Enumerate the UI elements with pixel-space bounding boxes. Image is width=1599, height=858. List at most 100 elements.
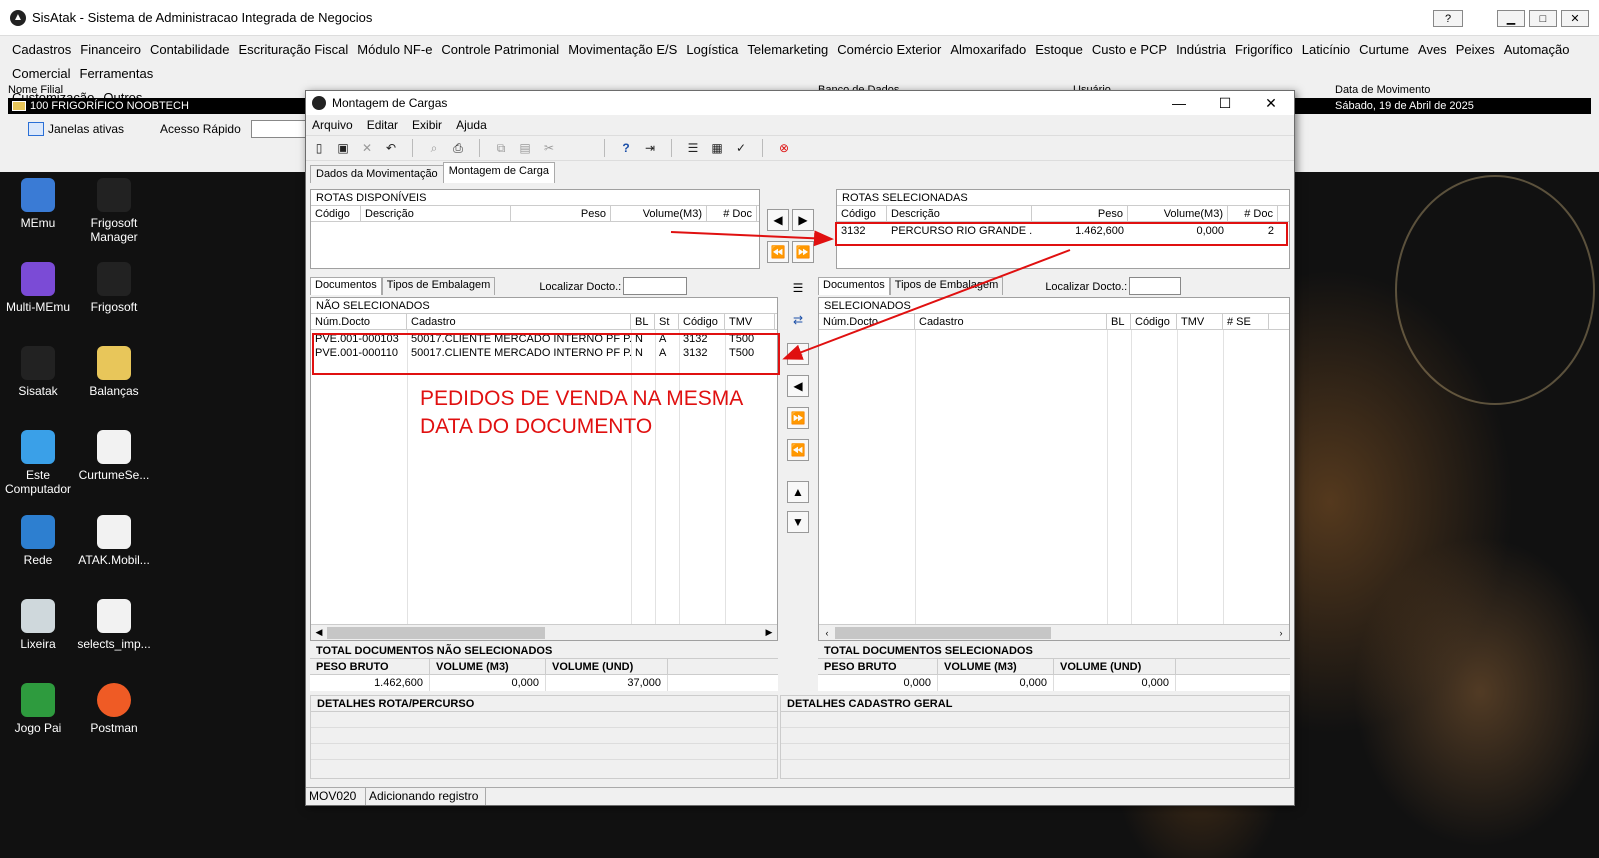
help-icon[interactable]: ? (617, 139, 635, 157)
desktop-icon-game[interactable]: Jogo Pai (0, 683, 76, 735)
menu-telemarketing[interactable]: Telemarketing (747, 42, 828, 57)
tab-documentos-right[interactable]: Documentos (818, 277, 890, 295)
horizontal-scrollbar-right[interactable]: ‹ › (819, 624, 1289, 640)
desktop-icon-network[interactable]: Rede (0, 515, 76, 567)
desktop-icon-frigosoft[interactable]: Frigosoft (76, 262, 152, 314)
col-peso[interactable]: Peso (511, 206, 611, 221)
col-st[interactable]: St (655, 314, 679, 329)
menu-aves[interactable]: Aves (1418, 42, 1447, 57)
col-num-docto[interactable]: Núm.Docto (819, 314, 915, 329)
desktop-icon-folder[interactable]: Balanças (76, 346, 152, 398)
desktop-icon-apk[interactable]: ATAK.Mobil... (76, 515, 152, 567)
scroll-right-icon[interactable]: › (1273, 628, 1289, 638)
copy-icon[interactable]: ⧉ (492, 139, 510, 157)
desktop-icon-json-file[interactable]: CurtumeSe... (76, 430, 152, 482)
col-peso[interactable]: Peso (1032, 206, 1128, 221)
save-icon[interactable]: ▣ (334, 139, 352, 157)
scroll-left-icon[interactable]: ‹ (819, 628, 835, 638)
list-icon[interactable]: ☰ (684, 139, 702, 157)
move-all-left-button[interactable]: ⏪ (767, 241, 789, 263)
col-codigo[interactable]: Código (679, 314, 725, 329)
col-volume[interactable]: Volume(M3) (611, 206, 707, 221)
horizontal-scrollbar-left[interactable]: ◀ ▶ (311, 624, 777, 640)
menu-comercio-exterior[interactable]: Comércio Exterior (837, 42, 941, 57)
move-right-button[interactable]: ▶ (792, 209, 814, 231)
menu-financeiro[interactable]: Financeiro (80, 42, 141, 57)
preview-icon[interactable]: ⌕ (425, 139, 443, 157)
menu-laticinio[interactable]: Laticínio (1302, 42, 1350, 57)
help-button[interactable]: ? (1433, 10, 1463, 27)
menu-ajuda[interactable]: Ajuda (456, 118, 487, 132)
menu-controle-patrimonial[interactable]: Controle Patrimonial (441, 42, 559, 57)
col-cadastro[interactable]: Cadastro (407, 314, 631, 329)
doc-move-all-right-button[interactable]: ⏩ (787, 407, 809, 429)
col-codigo[interactable]: Código (1131, 314, 1177, 329)
col-doc[interactable]: # Doc (1228, 206, 1278, 221)
menu-modulo-nf-e[interactable]: Módulo NF-e (357, 42, 432, 57)
localizar-input-left[interactable] (623, 277, 688, 295)
maximize-icon[interactable]: ☐ (1202, 91, 1248, 115)
desktop-icon-postman[interactable]: Postman (76, 683, 152, 735)
localizar-input-right[interactable] (1129, 277, 1182, 295)
menu-movimentacao-e-s[interactable]: Movimentação E/S (568, 42, 677, 57)
menu-almoxarifado[interactable]: Almoxarifado (950, 42, 1026, 57)
col-tmv[interactable]: TMV (725, 314, 775, 329)
scroll-right-icon[interactable]: ▶ (761, 627, 777, 638)
grid-icon[interactable]: ▦ (708, 139, 726, 157)
tab-documentos-left[interactable]: Documentos (310, 277, 382, 295)
desktop-icon-recycle-bin[interactable]: Lixeira (0, 599, 76, 651)
col-descricao[interactable]: Descrição (887, 206, 1032, 221)
new-icon[interactable]: ▯ (310, 139, 328, 157)
menu-ferramentas[interactable]: Ferramentas (80, 66, 154, 81)
desktop-icon-memu[interactable]: MEmu (0, 178, 76, 230)
tab-tipos-embalagem-right[interactable]: Tipos de Embalagem (889, 277, 1004, 295)
col-volume[interactable]: Volume(M3) (1128, 206, 1228, 221)
close-icon[interactable]: ✕ (1561, 10, 1589, 27)
desktop-icon-text-file[interactable]: selects_imp... (76, 599, 152, 651)
move-left-button[interactable]: ◀ (767, 209, 789, 231)
tab-tipos-embalagem-left[interactable]: Tipos de Embalagem (381, 277, 496, 295)
col-bl[interactable]: BL (1107, 314, 1131, 329)
cut-icon[interactable]: ✂ (540, 139, 558, 157)
menu-frigorifico[interactable]: Frigorífico (1235, 42, 1293, 57)
doc-move-all-left-button[interactable]: ⏪ (787, 439, 809, 461)
minimize-icon[interactable]: ▁ (1497, 10, 1525, 27)
menu-contabilidade[interactable]: Contabilidade (150, 42, 230, 57)
undo-icon[interactable]: ↶ (382, 139, 400, 157)
scroll-thumb[interactable] (835, 626, 1051, 639)
col-codigo[interactable]: Código (311, 206, 361, 221)
col-doc[interactable]: # Doc (707, 206, 757, 221)
doc-move-left-button[interactable]: ◀ (787, 375, 809, 397)
move-all-right-button[interactable]: ⏩ (792, 241, 814, 263)
cancel-icon[interactable]: ⊗ (775, 139, 793, 157)
desktop-icon-frigosoft-manager[interactable]: Frigosoft Manager (76, 178, 152, 244)
move-up-button[interactable]: ▲ (787, 481, 809, 503)
check-edit-icon[interactable]: ✓ (732, 139, 750, 157)
menu-escrituracao-fiscal[interactable]: Escrituração Fiscal (238, 42, 348, 57)
menu-industria[interactable]: Indústria (1176, 42, 1226, 57)
menu-logistica[interactable]: Logística (686, 42, 738, 57)
minimize-icon[interactable]: — (1156, 91, 1202, 115)
col-cadastro[interactable]: Cadastro (915, 314, 1107, 329)
col-bl[interactable]: BL (631, 314, 655, 329)
menu-cadastros[interactable]: Cadastros (12, 42, 71, 57)
maximize-icon[interactable]: □ (1529, 10, 1557, 27)
scroll-left-icon[interactable]: ◀ (311, 627, 327, 638)
menu-peixes[interactable]: Peixes (1456, 42, 1495, 57)
list-add-icon[interactable]: ☰ (787, 277, 809, 299)
paste-icon[interactable]: ▤ (516, 139, 534, 157)
doc-move-right-button[interactable]: ▶ (787, 343, 809, 365)
col-tmv[interactable]: TMV (1177, 314, 1223, 329)
move-down-button[interactable]: ▼ (787, 511, 809, 533)
col-num-docto[interactable]: Núm.Docto (311, 314, 407, 329)
col-codigo[interactable]: Código (837, 206, 887, 221)
col-descricao[interactable]: Descrição (361, 206, 511, 221)
col-se[interactable]: # SE (1223, 314, 1269, 329)
menu-custo-e-pcp[interactable]: Custo e PCP (1092, 42, 1167, 57)
desktop-icon-sisatak[interactable]: Sisatak (0, 346, 76, 398)
desktop-icon-computer[interactable]: Este Computador (0, 430, 76, 496)
desktop-icon-multi-memu[interactable]: Multi-MEmu (0, 262, 76, 314)
janelas-ativas-button[interactable]: Janelas ativas (28, 122, 124, 136)
scroll-thumb[interactable] (327, 626, 545, 639)
menu-estoque[interactable]: Estoque (1035, 42, 1083, 57)
